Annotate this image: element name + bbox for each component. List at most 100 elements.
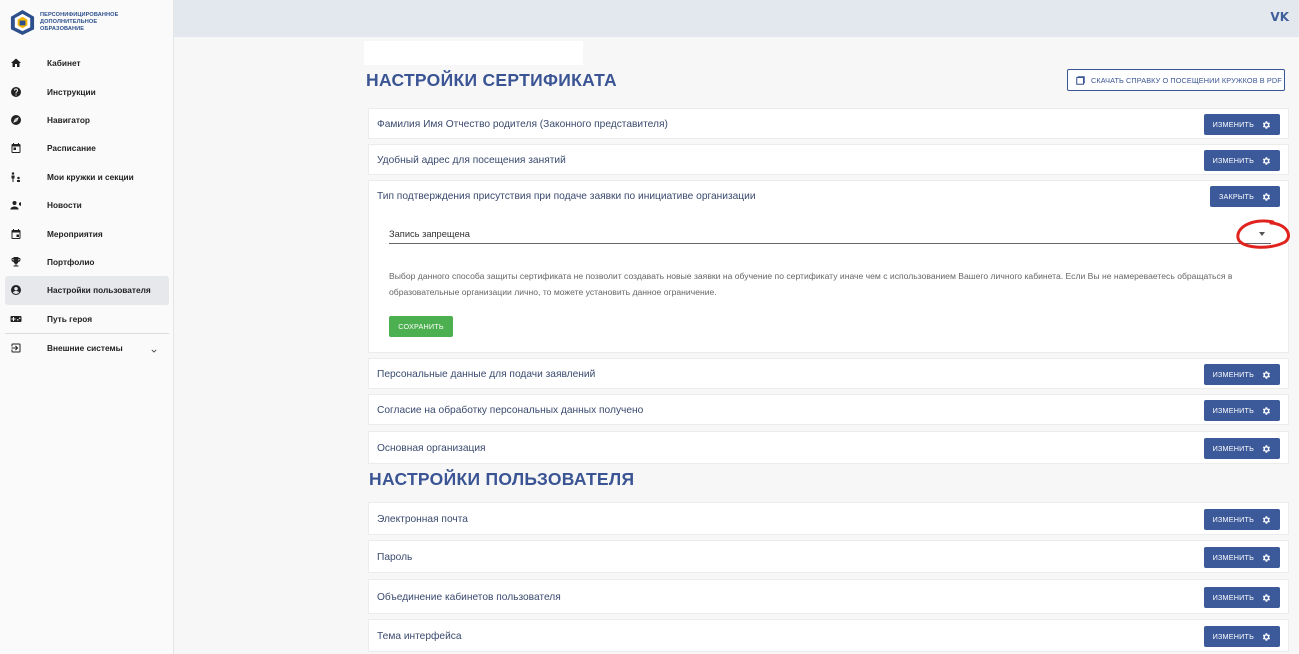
open-external-icon (1076, 75, 1085, 85)
gear-icon (1262, 156, 1270, 165)
user-settings-title: НАСТРОЙКИ ПОЛЬЗОВАТЕЛЯ (369, 469, 635, 489)
sidebar-item-label: Настройки пользователя (47, 285, 151, 296)
save-button[interactable]: СОХРАНИТЬ (389, 316, 453, 337)
edit-button[interactable]: ИЗМЕНИТЬ (1203, 114, 1280, 135)
edit-button-label: ИЗМЕНИТЬ (1212, 120, 1254, 129)
edit-button[interactable]: ИЗМЕНИТЬ (1203, 626, 1280, 647)
sidebar-item-navigator[interactable]: Навигатор (5, 106, 169, 134)
gear-icon (1262, 120, 1270, 129)
sidebar-item-label: Путь героя (47, 313, 93, 324)
certificate-settings-title: НАСТРОЙКИ СЕРТИФИКАТА (366, 70, 617, 90)
megaphone-icon (10, 199, 22, 211)
main-content: НАСТРОЙКИ СЕРТИФИКАТА СКАЧАТЬ СПРАВКУ О … (174, 37, 1299, 654)
logo-icon (10, 9, 35, 36)
help-icon (10, 86, 22, 98)
edit-button[interactable]: ИЗМЕНИТЬ (1203, 509, 1280, 530)
settings-row-theme: Тема интерфейса ИЗМЕНИТЬ (368, 619, 1289, 652)
edit-button-label: ИЗМЕНИТЬ (1212, 593, 1254, 602)
edit-button-label: ИЗМЕНИТЬ (1212, 370, 1254, 379)
row-title: Основная организация (377, 443, 486, 454)
help-text: Выбор данного способа защиты сертификата… (389, 271, 1233, 297)
row-title: Персональные данные для подачи заявлений (377, 369, 596, 380)
sidebar-item-label: Инструкции (47, 86, 96, 97)
download-pdf-label: СКАЧАТЬ СПРАВКУ О ПОСЕЩЕНИИ КРУЖКОВ В PD… (1091, 75, 1282, 85)
select-value: Запись запрещена (389, 229, 470, 239)
save-button-label: СОХРАНИТЬ (398, 322, 444, 331)
edit-button-label: ИЗМЕНИТЬ (1212, 444, 1254, 453)
home-icon (10, 57, 22, 69)
settings-row-merge-accounts: Объединение кабинетов пользователя ИЗМЕН… (368, 579, 1289, 614)
logo-text: ПЕРСОНИФИЦИРОВАННОЕ ДОПОЛНИТЕЛЬНОЕ ОБРАЗ… (40, 12, 119, 32)
caret-down-icon[interactable] (1259, 232, 1265, 236)
row-title: Согласие на обработку персональных данны… (377, 405, 644, 416)
sidebar-item-portfolio[interactable]: Портфолио (5, 248, 169, 276)
edit-button-label: ИЗМЕНИТЬ (1212, 632, 1254, 641)
chevron-down-icon[interactable] (149, 343, 159, 353)
trophy-icon (10, 256, 22, 268)
row-title: Пароль (377, 552, 413, 563)
edit-button[interactable]: ИЗМЕНИТЬ (1203, 438, 1280, 459)
settings-row-personal-data: Персональные данные для подачи заявлений… (368, 358, 1289, 389)
sidebar-item-instructions[interactable]: Инструкции (5, 77, 169, 105)
user-circle-icon (10, 284, 22, 296)
edit-button-label: ИЗМЕНИТЬ (1212, 156, 1254, 165)
sidebar: ПЕРСОНИФИЦИРОВАННОЕ ДОПОЛНИТЕЛЬНОЕ ОБРАЗ… (0, 0, 174, 654)
settings-row-address: Удобный адрес для посещения занятий ИЗМЕ… (368, 144, 1289, 175)
edit-button[interactable]: ИЗМЕНИТЬ (1203, 547, 1280, 568)
sidebar-item-label: Внешние системы (47, 343, 123, 354)
compass-icon (10, 114, 22, 126)
settings-row-email: Электронная почта ИЗМЕНИТЬ (368, 502, 1289, 535)
sidebar-item-user-settings[interactable]: Настройки пользователя (5, 276, 169, 305)
sidebar-item-cabinet[interactable]: Кабинет (5, 49, 169, 77)
edit-button-label: ИЗМЕНИТЬ (1212, 406, 1254, 415)
vk-icon[interactable]: VK (1270, 10, 1289, 24)
settings-row-consent: Согласие на обработку персональных данны… (368, 394, 1289, 425)
logo[interactable]: ПЕРСОНИФИЦИРОВАННОЕ ДОПОЛНИТЕЛЬНОЕ ОБРАЗ… (0, 0, 173, 38)
event-icon (10, 228, 22, 240)
sidebar-item-news[interactable]: Новости (5, 191, 169, 219)
edit-button-label: ИЗМЕНИТЬ (1212, 553, 1254, 562)
top-bar: VK (174, 0, 1299, 37)
sidebar-item-external-systems[interactable]: Внешние системы (5, 334, 169, 362)
gear-icon (1262, 406, 1270, 415)
row-title: Удобный адрес для посещения занятий (377, 155, 566, 166)
edit-button[interactable]: ИЗМЕНИТЬ (1203, 364, 1280, 385)
settings-row-password: Пароль ИЗМЕНИТЬ (368, 540, 1289, 573)
kids-icon (10, 171, 22, 183)
settings-row-presence-confirmation: Тип подтверждения присутствия при подаче… (368, 180, 1290, 353)
row-title: Фамилия Имя Отчество родителя (Законного… (377, 119, 668, 130)
row-title: Электронная почта (377, 514, 468, 525)
presence-type-select[interactable]: Запись запрещена (389, 219, 1290, 249)
sidebar-item-label: Портфолио (47, 256, 95, 267)
gamepad-icon (10, 313, 22, 325)
download-pdf-button[interactable]: СКАЧАТЬ СПРАВКУ О ПОСЕЩЕНИИ КРУЖКОВ В PD… (1067, 69, 1285, 91)
sidebar-item-label: Новости (47, 200, 82, 211)
blank-banner (364, 41, 583, 65)
edit-button-label: ИЗМЕНИТЬ (1212, 515, 1254, 524)
sidebar-item-label: Мероприятия (47, 228, 103, 239)
sidebar-item-hero-path[interactable]: Путь героя (5, 305, 169, 333)
login-icon (10, 342, 22, 354)
sidebar-item-events[interactable]: Мероприятия (5, 219, 169, 247)
sidebar-item-my-clubs[interactable]: Мои кружки и секции (5, 163, 169, 191)
row-title: Тема интерфейса (377, 631, 462, 642)
sidebar-nav: Кабинет Инструкции Навигатор Расписание … (0, 49, 174, 362)
sidebar-item-label: Кабинет (47, 58, 81, 69)
edit-button[interactable]: ИЗМЕНИТЬ (1203, 400, 1280, 421)
edit-button[interactable]: ИЗМЕНИТЬ (1203, 587, 1280, 608)
row-title: Тип подтверждения присутствия при подаче… (377, 191, 756, 202)
close-button[interactable]: ЗАКРЫТЬ (1210, 186, 1280, 207)
calendar-icon (10, 142, 22, 154)
gear-icon (1262, 192, 1270, 201)
sidebar-item-label: Расписание (47, 143, 96, 154)
edit-button[interactable]: ИЗМЕНИТЬ (1203, 150, 1280, 171)
settings-row-main-organization: Основная организация ИЗМЕНИТЬ (368, 431, 1289, 464)
gear-icon (1262, 444, 1270, 453)
sidebar-item-schedule[interactable]: Расписание (5, 134, 169, 162)
row-title: Объединение кабинетов пользователя (377, 592, 561, 603)
sidebar-item-label: Навигатор (47, 114, 90, 125)
gear-icon (1262, 515, 1270, 524)
settings-row-parent-name: Фамилия Имя Отчество родителя (Законного… (368, 108, 1289, 139)
gear-icon (1262, 632, 1270, 641)
sidebar-item-label: Мои кружки и секции (47, 171, 134, 182)
